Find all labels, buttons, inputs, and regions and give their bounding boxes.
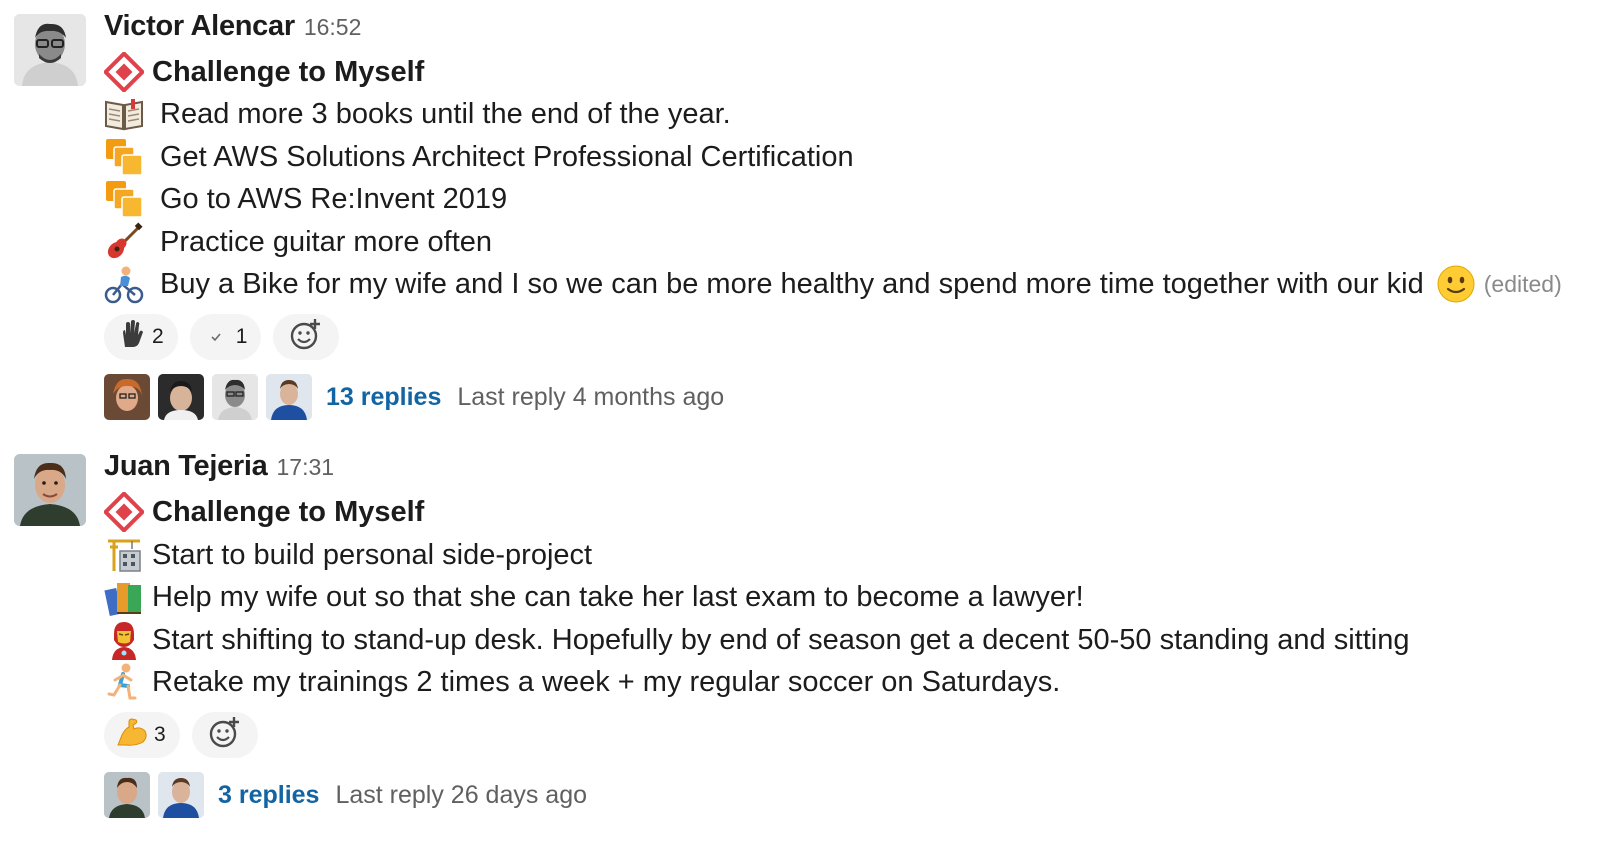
- item-text: Read more 3 books until the end of the y…: [160, 97, 731, 130]
- list-item: Retake my trainings 2 times a week + my …: [104, 660, 1060, 704]
- thread-participant-avatar: [212, 374, 258, 420]
- list-item: Buy a Bike for my wife and I so we can b…: [104, 262, 1562, 306]
- list-item: Read more 3 books until the end of the y…: [104, 92, 731, 136]
- item-text: Practice guitar more often: [160, 225, 493, 258]
- list-item: Get AWS Solutions Architect Professional…: [104, 135, 854, 179]
- aws-stack-icon: [104, 179, 144, 219]
- title-text: Challenge to Myself: [152, 55, 425, 88]
- check-mark-icon: [202, 330, 230, 344]
- flexed-biceps-icon: [116, 717, 148, 753]
- list-item: Help my wife out so that she can take he…: [104, 575, 1084, 619]
- replies-link[interactable]: 3 replies: [218, 781, 319, 810]
- last-reply-text: Last reply 4 months ago: [457, 382, 725, 411]
- reaction-count: 3: [154, 723, 166, 746]
- slightly-smiling-face-icon: [1436, 264, 1476, 304]
- building-construction-icon: [104, 535, 144, 575]
- reactions-bar: 3: [104, 712, 258, 758]
- item-text: Go to AWS Re:Invent 2019: [160, 182, 508, 215]
- open-book-icon: [104, 94, 144, 134]
- reaction-count: 2: [152, 325, 164, 348]
- list-item: Start to build personal side-project: [104, 533, 592, 577]
- add-reaction-button[interactable]: [273, 314, 340, 360]
- item-text: Start shifting to stand-up desk. Hopeful…: [152, 623, 1410, 656]
- iron-man-icon: [104, 620, 144, 660]
- list-item: Go to AWS Re:Invent 2019: [104, 177, 507, 221]
- edited-label: (edited): [1483, 270, 1562, 297]
- title-text: Challenge to Myself: [152, 495, 425, 528]
- avatar[interactable]: [14, 14, 86, 86]
- message-header: Juan Tejeria 17:31: [104, 450, 334, 490]
- reaction-count: 1: [235, 325, 248, 348]
- books-icon: [104, 577, 144, 617]
- message-victor: Victor Alencar 16:52 Challenge to Myself: [0, 10, 1620, 430]
- thread-participant-avatar: [158, 374, 204, 420]
- item-text: Buy a Bike for my wife and I so we can b…: [160, 267, 1424, 300]
- red-diamond-icon: [104, 492, 144, 532]
- item-text: Help my wife out so that she can take he…: [152, 580, 1084, 613]
- thread-participant-avatar: [266, 374, 312, 420]
- item-text: Retake my trainings 2 times a week + my …: [152, 665, 1061, 698]
- reactions-bar: 2 1: [104, 314, 340, 360]
- add-emoji-icon: [289, 317, 323, 357]
- add-emoji-icon: [208, 715, 242, 755]
- item-text: Start to build personal side-project: [152, 538, 593, 571]
- thread-summary[interactable]: 3 replies Last reply 26 days ago: [104, 770, 587, 820]
- reaction-check-mark[interactable]: 1: [189, 314, 262, 360]
- list-item: Practice guitar more often: [104, 220, 492, 264]
- list-item: Start shifting to stand-up desk. Hopeful…: [104, 618, 1409, 662]
- message-title: Challenge to Myself: [104, 50, 424, 94]
- red-diamond-icon: [104, 52, 144, 92]
- timestamp[interactable]: 16:52: [304, 14, 362, 41]
- last-reply-text: Last reply 26 days ago: [335, 780, 588, 809]
- timestamp[interactable]: 17:31: [277, 454, 335, 481]
- guitar-icon: [104, 222, 144, 262]
- author-name[interactable]: Victor Alencar: [104, 10, 295, 43]
- reaction-flexed-biceps[interactable]: 3: [104, 712, 180, 758]
- avatar[interactable]: [14, 454, 86, 526]
- message-juan: Juan Tejeria 17:31 Challenge to Myself S…: [0, 450, 1620, 850]
- thread-participant-avatar: [158, 772, 204, 818]
- reaction-raised-hand[interactable]: 2: [104, 314, 178, 360]
- message-title: Challenge to Myself: [104, 490, 424, 534]
- replies-link[interactable]: 13 replies: [326, 383, 441, 412]
- add-reaction-button[interactable]: [191, 712, 258, 758]
- author-name[interactable]: Juan Tejeria: [104, 450, 268, 483]
- raised-hand-icon: [116, 319, 146, 355]
- thread-participant-avatar: [104, 374, 150, 420]
- message-header: Victor Alencar 16:52: [104, 10, 361, 50]
- thread-participant-avatar: [104, 772, 150, 818]
- runner-icon: [104, 662, 144, 702]
- cyclist-icon: [104, 264, 144, 304]
- aws-stack-icon: [104, 137, 144, 177]
- item-text: Get AWS Solutions Architect Professional…: [160, 140, 854, 173]
- thread-summary[interactable]: 13 replies Last reply 4 months ago: [104, 372, 724, 422]
